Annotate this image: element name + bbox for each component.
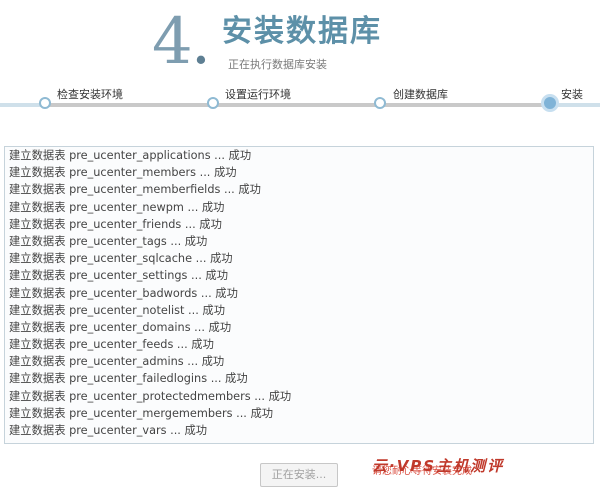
log-line: 建立数据表 pre_ucenter_newpm ... 成功 [9, 200, 225, 214]
log-line: 建立数据表 pre_ucenter_domains ... 成功 [9, 320, 232, 334]
log-line: 建立数据表 pre_ucenter_admins ... 成功 [9, 355, 225, 369]
step-label-check-env: 检查安装环境 [57, 88, 123, 101]
log-line: 建立数据表 pre_ucenter_sqlcache ... 成功 [9, 252, 233, 266]
step-label-create-db: 创建数据库 [393, 88, 448, 101]
log-line: 建立数据表 pre_ucenter_feeds ... 成功 [9, 338, 214, 352]
page-subtitle: 正在执行数据库安装 [228, 58, 327, 71]
log-line: 建立数据表 pre_ucenter_friends ... 成功 [9, 217, 222, 231]
step-node-install-active [541, 94, 559, 112]
log-line: 建立数据表 pre_ucenter_vars ... 成功 [9, 424, 208, 437]
step-number-dot: . [190, 5, 211, 79]
log-line: 建立数据表 pre_ucenter_mergemembers ... 成功 [9, 406, 274, 420]
install-log[interactable]: 建立数据表 pre_ucenter_applications ... 成功 建立… [4, 146, 594, 444]
log-line: 建立数据表 pre_ucenter_tags ... 成功 [9, 234, 208, 248]
installing-button[interactable]: 正在安装... [260, 463, 338, 487]
step-node-setup-env [207, 97, 219, 109]
log-line: 建立数据表 pre_ucenter_failedlogins ... 成功 [9, 372, 248, 386]
step-label-install: 安装 [561, 88, 583, 101]
log-line: 建立数据表 pre_ucenter_settings ... 成功 [9, 269, 228, 283]
log-line: 建立数据表 pre_ucenter_notelist ... 成功 [9, 303, 225, 317]
step-number: 4. [152, 5, 211, 79]
log-line: 建立数据表 pre_ucenter_applications ... 成功 [9, 149, 252, 162]
step-node-create-db [374, 97, 386, 109]
step-node-check-env [39, 97, 51, 109]
step-label-setup-env: 设置运行环境 [225, 88, 291, 101]
log-line: 建立数据表 pre_ucenter_memberfields ... 成功 [9, 183, 261, 197]
page-title: 安装数据库 [222, 14, 382, 49]
progress-completed-bar [45, 103, 550, 107]
install-progress: 检查安装环境 设置运行环境 创建数据库 安装 [0, 84, 600, 120]
log-line: 建立数据表 pre_ucenter_protectedmembers ... 成… [9, 389, 292, 403]
log-line: 建立数据表 pre_ucenter_members ... 成功 [9, 166, 237, 180]
log-line: 建立数据表 pre_ucenter_badwords ... 成功 [9, 286, 238, 300]
watermark-logo: 云·VPS主机测评 [372, 457, 505, 475]
